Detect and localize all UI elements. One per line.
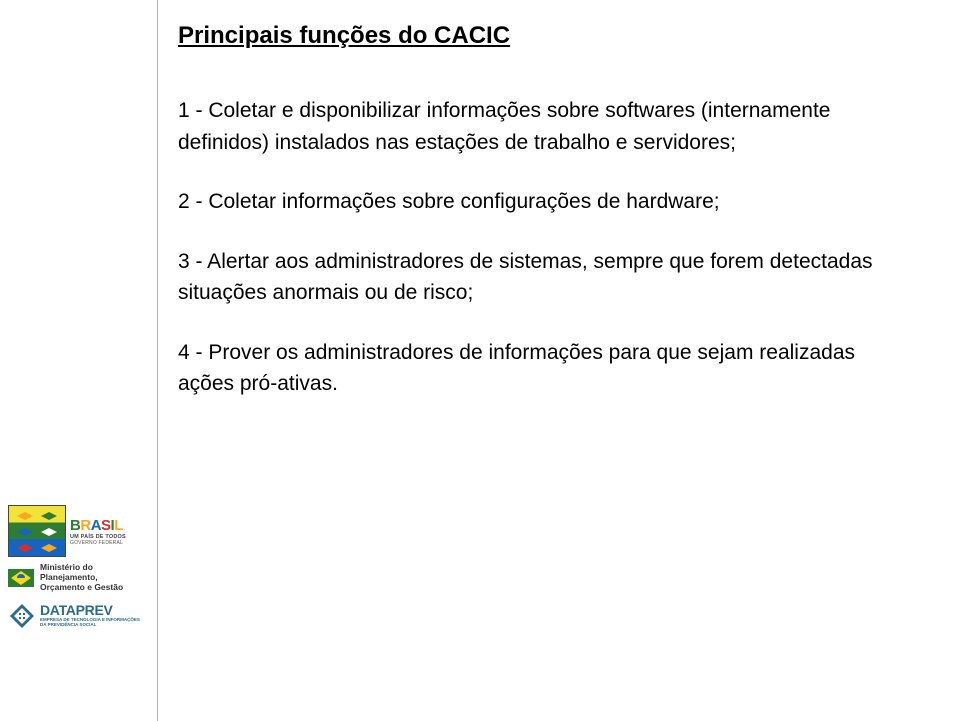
- logo-ministerio: Ministério do Planejamento, Orçamento e …: [8, 563, 150, 592]
- dataprev-text-block: DATAPREV EMPRESA DE TECNOLOGIA E INFORMA…: [40, 602, 140, 628]
- dataprev-wordmark: DATAPREV: [40, 602, 140, 618]
- brasil-letter: B: [70, 517, 80, 534]
- dataprev-sub: DA PREVIDÊNCIA SOCIAL: [40, 623, 140, 628]
- list-item: 1 - Coletar e disponibilizar informações…: [178, 95, 898, 158]
- brasil-letter: S: [101, 517, 111, 534]
- logo-area: BRASIL UM PAÍS DE TODOS GOVERNO FEDERAL …: [8, 505, 150, 630]
- ministerio-line: Orçamento e Gestão: [40, 583, 123, 593]
- brasil-gov-label: GOVERNO FEDERAL: [70, 540, 150, 546]
- logo-brasil: BRASIL UM PAÍS DE TODOS GOVERNO FEDERAL: [8, 505, 150, 557]
- brazil-flag-icon: [8, 569, 34, 587]
- ministerio-text: Ministério do Planejamento, Orçamento e …: [40, 563, 123, 592]
- vertical-divider: [157, 0, 158, 721]
- brasil-letter: A: [91, 517, 101, 534]
- brasil-flag-panel-icon: [8, 505, 66, 557]
- page-title: Principais funções do CACIC: [178, 22, 510, 50]
- content-list: 1 - Coletar e disponibilizar informações…: [178, 95, 898, 428]
- brasil-letter: L: [114, 517, 123, 534]
- logo-dataprev: DATAPREV EMPRESA DE TECNOLOGIA E INFORMA…: [8, 602, 150, 630]
- brasil-letter: R: [80, 517, 90, 534]
- list-item: 3 - Alertar aos administradores de siste…: [178, 246, 898, 309]
- brasil-wordmark: BRASIL: [70, 517, 150, 534]
- brasil-text-block: BRASIL UM PAÍS DE TODOS GOVERNO FEDERAL: [66, 505, 150, 557]
- dataprev-diamond-icon: [8, 602, 36, 630]
- list-item: 4 - Prover os administradores de informa…: [178, 337, 898, 400]
- list-item: 2 - Coletar informações sobre configuraç…: [178, 186, 898, 218]
